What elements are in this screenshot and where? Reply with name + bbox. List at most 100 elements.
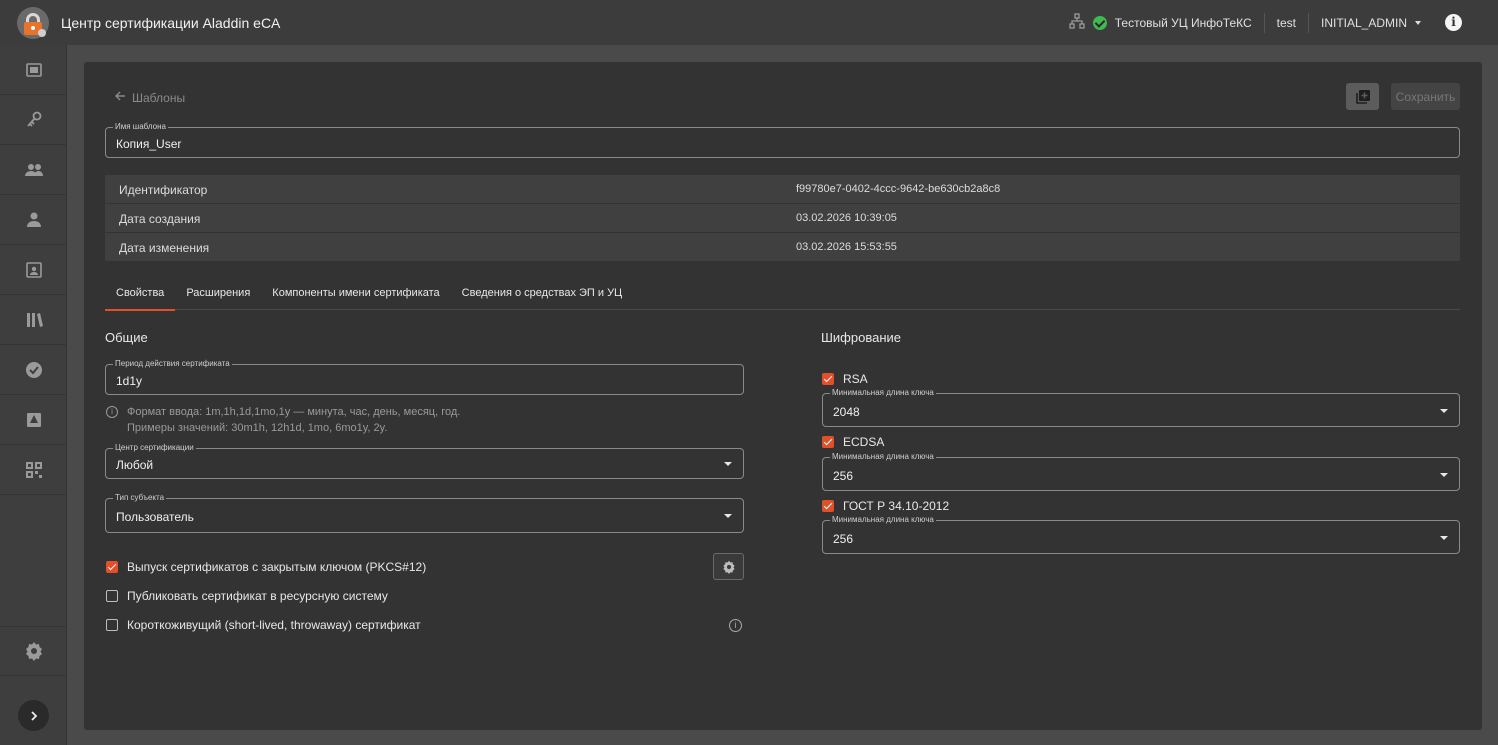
- short-lived-label: Короткоживущий (short-lived, throwaway) …: [127, 618, 421, 632]
- tab-extensions[interactable]: Расширения: [175, 280, 261, 310]
- short-lived-checkbox-row[interactable]: Короткоживущий (short-lived, throwaway) …: [106, 618, 421, 632]
- check-circle-icon: [1092, 15, 1107, 30]
- key-icon: [26, 111, 41, 127]
- library-icon: [26, 312, 43, 327]
- tab-properties[interactable]: Свойства: [105, 280, 176, 311]
- certificate-icon: [26, 412, 41, 427]
- back-link[interactable]: Шаблоны: [114, 90, 185, 105]
- validity-period-field[interactable]: Период действия сертификата 1d1y: [105, 359, 744, 395]
- expand-sidebar-button[interactable]: [18, 700, 49, 731]
- template-name-value: Копия_User: [116, 137, 182, 151]
- sidebar-item-library[interactable]: [0, 295, 67, 345]
- library-add-icon: [1355, 89, 1370, 104]
- publish-checkbox-row[interactable]: Публиковать сертификат в ресурсную систе…: [106, 589, 388, 603]
- verified-icon: [25, 361, 42, 378]
- ecdsa-checkbox-row[interactable]: ECDSA: [822, 435, 884, 449]
- divider: [1263, 12, 1265, 33]
- caret-down-icon: [1440, 536, 1448, 540]
- general-section-title: Общие: [105, 330, 148, 345]
- info-key: Дата изменения: [119, 241, 210, 255]
- template-name-field[interactable]: Имя шаблона Копия_User: [105, 122, 1460, 158]
- ecdsa-checkbox[interactable]: [822, 436, 834, 448]
- rsa-checkbox[interactable]: [822, 373, 834, 385]
- dashboard-icon: [25, 62, 42, 77]
- sidebar: [0, 45, 67, 745]
- sidebar-item-dashboard[interactable]: [0, 45, 67, 95]
- copy-template-button[interactable]: [1346, 83, 1379, 110]
- info-outline-icon[interactable]: i: [729, 619, 742, 632]
- sidebar-item-verified[interactable]: [0, 345, 67, 395]
- info-row-modified: Дата изменения 03.02.2026 15:53:55: [105, 233, 1460, 261]
- arrow-left-icon: [114, 90, 126, 105]
- info-value: 03.02.2026 10:39:05: [796, 212, 897, 224]
- ca-select-value: Любой: [116, 458, 154, 472]
- key-length-value: 256: [833, 469, 854, 483]
- pkcs12-checkbox[interactable]: [106, 561, 118, 573]
- sidebar-item-id-card[interactable]: [0, 245, 67, 295]
- template-info-table: Идентификатор f99780e7-0402-4ccc-9642-be…: [105, 175, 1460, 262]
- publish-label: Публиковать сертификат в ресурсную систе…: [127, 589, 388, 603]
- subject-type-value: Пользователь: [116, 510, 194, 524]
- users-icon: [24, 163, 43, 176]
- sidebar-item-users[interactable]: [0, 145, 67, 195]
- publish-checkbox[interactable]: [106, 590, 118, 602]
- ca-select[interactable]: Центр сертификации Любой: [105, 443, 744, 479]
- user-name: test: [1276, 15, 1296, 30]
- rsa-key-length-select[interactable]: Минимальная длина ключа 2048: [822, 388, 1460, 427]
- ca-name[interactable]: Тестовый УЦ ИнфоТеКС: [1115, 16, 1252, 30]
- caret-down-icon: [1440, 473, 1448, 477]
- gost-checkbox[interactable]: [822, 500, 834, 512]
- template-editor-card: Шаблоны Сохранить Имя шаблона Копия_User…: [84, 62, 1482, 730]
- tab-name-components[interactable]: Компоненты имени сертификата: [261, 280, 450, 310]
- info-icon[interactable]: i: [1445, 14, 1462, 31]
- hint-line: Формат ввода: 1m,1h,1d,1mo,1y — минута, …: [127, 406, 461, 418]
- validity-period-label: Период действия сертификата: [113, 359, 232, 369]
- info-row-id: Идентификатор f99780e7-0402-4ccc-9642-be…: [105, 175, 1460, 203]
- template-name-label: Имя шаблона: [113, 122, 168, 132]
- short-lived-checkbox[interactable]: [106, 619, 118, 631]
- pkcs12-settings-button[interactable]: [713, 553, 744, 580]
- tab-signature-tools[interactable]: Сведения о средствах ЭП и УЦ: [451, 280, 634, 310]
- key-length-value: 2048: [833, 405, 860, 419]
- encryption-section-title: Шифрование: [821, 330, 901, 345]
- app-logo-icon[interactable]: [16, 6, 50, 40]
- sidebar-item-user[interactable]: [0, 195, 67, 245]
- ecdsa-key-length-select[interactable]: Минимальная длина ключа 256: [822, 452, 1460, 491]
- sidebar-item-qr[interactable]: [0, 445, 67, 495]
- caret-down-icon: [1415, 20, 1421, 25]
- save-button[interactable]: Сохранить: [1391, 83, 1460, 110]
- key-length-label: Минимальная длина ключа: [830, 388, 936, 398]
- subject-type-select[interactable]: Тип субъекта Пользователь: [105, 493, 744, 533]
- period-format-hint: i Формат ввода: 1m,1h,1d,1mo,1y — минута…: [106, 404, 460, 436]
- ca-select-label: Центр сертификации: [113, 443, 196, 453]
- rsa-label: RSA: [843, 372, 868, 386]
- hint-line: Примеры значений: 30m1h, 12h1d, 1mo, 6mo…: [127, 422, 388, 434]
- divider: [1307, 12, 1309, 33]
- info-key: Идентификатор: [119, 183, 208, 197]
- tab-bar: Свойства Расширения Компоненты имени сер…: [105, 280, 1460, 311]
- chevron-right-icon: [30, 710, 37, 721]
- subject-type-label: Тип субъекта: [113, 493, 167, 503]
- key-length-value: 256: [833, 532, 854, 546]
- gear-icon: [722, 560, 735, 574]
- role-selector[interactable]: INITIAL_ADMIN: [1321, 16, 1421, 30]
- sidebar-item-keys[interactable]: [0, 95, 67, 145]
- gost-checkbox-row[interactable]: ГОСТ Р 34.10-2012: [822, 499, 949, 513]
- validity-period-value: 1d1y: [116, 374, 143, 388]
- user-icon: [26, 212, 41, 227]
- pkcs12-label: Выпуск сертификатов с закрытым ключом (P…: [127, 560, 427, 574]
- back-label: Шаблоны: [132, 90, 186, 105]
- info-value: 03.02.2026 15:53:55: [796, 241, 897, 253]
- info-row-created: Дата создания 03.02.2026 10:39:05: [105, 204, 1460, 232]
- role-label: INITIAL_ADMIN: [1320, 15, 1407, 30]
- gost-key-length-select[interactable]: Минимальная длина ключа 256: [822, 515, 1460, 554]
- gost-label: ГОСТ Р 34.10-2012: [843, 499, 950, 513]
- rsa-checkbox-row[interactable]: RSA: [822, 372, 868, 386]
- sidebar-item-settings[interactable]: [0, 626, 67, 676]
- pkcs12-checkbox-row[interactable]: Выпуск сертификатов с закрытым ключом (P…: [106, 560, 426, 574]
- sidebar-item-certificates[interactable]: [0, 395, 67, 445]
- app-title: Центр сертификации Aladdin eCA: [61, 14, 281, 31]
- caret-down-icon: [724, 462, 732, 466]
- top-bar: Центр сертификации Aladdin eCA Тестовый …: [0, 0, 1498, 45]
- info-value: f99780e7-0402-4ccc-9642-be630cb2a8c8: [796, 183, 1001, 195]
